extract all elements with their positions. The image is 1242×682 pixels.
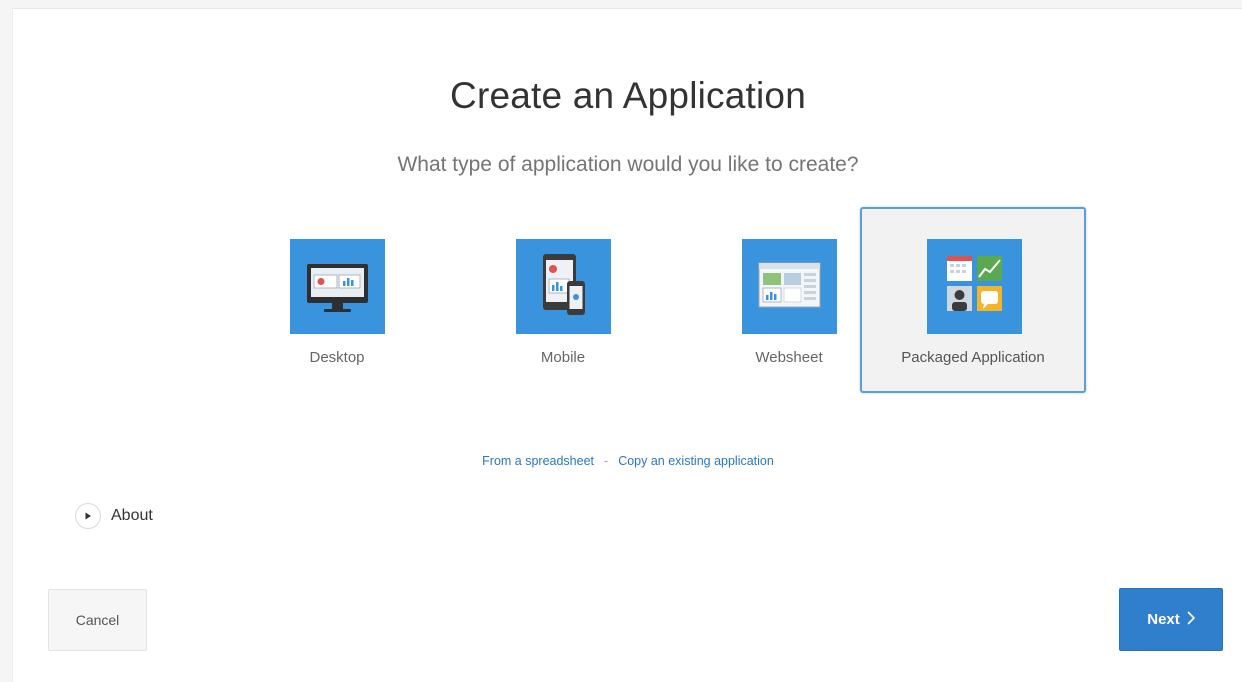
app-type-packaged-application[interactable]: Packaged Application [860, 207, 1086, 393]
packaged-app-grid-icon [927, 239, 1022, 334]
app-type-label: Packaged Application [901, 349, 1045, 366]
alternate-create-links: From a spreadsheet - Copy an existing appl… [13, 454, 1242, 468]
app-type-options: Desktop Mobile Websheet Packaged Applica… [13, 9, 1242, 429]
link-separator: - [604, 454, 609, 468]
desktop-monitor-icon [290, 239, 385, 334]
cancel-button-label: Cancel [75, 612, 120, 628]
from-spreadsheet-link[interactable]: From a spreadsheet [482, 454, 594, 468]
copy-existing-application-link[interactable]: Copy an existing application [618, 454, 774, 468]
chevron-right-icon [1187, 610, 1195, 629]
app-type-desktop[interactable]: Desktop [224, 207, 450, 393]
app-type-label: Desktop [309, 349, 365, 366]
app-type-mobile[interactable]: Mobile [450, 207, 676, 393]
create-application-dialog: Create an Application What type of appli… [12, 8, 1242, 682]
about-disclosure[interactable]: About [75, 501, 153, 531]
about-label: About [111, 507, 153, 524]
play-triangle-icon[interactable] [75, 503, 101, 529]
mobile-devices-icon [516, 239, 611, 334]
cancel-button[interactable]: Cancel [48, 589, 147, 651]
next-button-label: Next [1147, 611, 1180, 628]
app-type-label: Mobile [540, 349, 586, 366]
next-button[interactable]: Next [1119, 588, 1223, 651]
websheet-icon [742, 239, 837, 334]
